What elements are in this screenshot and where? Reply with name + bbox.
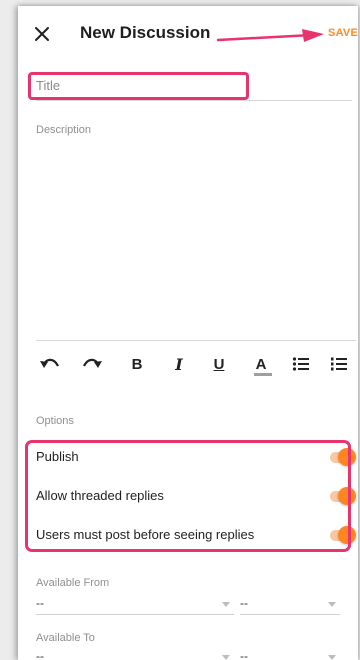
chevron-down-icon	[328, 602, 336, 607]
options-highlight-box	[25, 440, 351, 552]
title-highlight-box	[28, 72, 249, 100]
chevron-down-icon	[222, 602, 230, 607]
editor-divider	[36, 340, 356, 341]
available-to-date-select[interactable]: --	[36, 647, 234, 660]
close-button[interactable]	[30, 22, 54, 46]
chevron-down-icon	[328, 655, 336, 660]
available-from-date-select[interactable]: --	[36, 594, 234, 615]
phone-screen: New Discussion SAVE Title Description B …	[18, 6, 358, 660]
available-from-label: Available From	[36, 577, 110, 589]
font-color-swatch	[253, 372, 272, 376]
select-value: --	[36, 596, 44, 610]
numbered-list-button[interactable]	[328, 352, 350, 376]
chevron-down-icon	[222, 655, 230, 660]
select-value: --	[36, 649, 44, 660]
italic-button[interactable]: I	[168, 352, 190, 376]
undo-button[interactable]	[36, 352, 64, 376]
description-input[interactable]: Description	[36, 124, 91, 136]
formatting-toolbar: B I U A	[18, 352, 358, 382]
available-to-label: Available To	[36, 632, 95, 644]
available-to-time-select[interactable]: --	[240, 647, 340, 660]
bulleted-list-button[interactable]	[290, 352, 312, 376]
redo-button[interactable]	[78, 352, 106, 376]
numbered-list-icon	[331, 357, 347, 371]
select-value: --	[240, 649, 248, 660]
top-app-bar: New Discussion SAVE	[18, 6, 358, 62]
font-color-button[interactable]: A	[250, 352, 272, 376]
save-button[interactable]: SAVE	[328, 27, 358, 39]
redo-icon	[83, 358, 102, 368]
undo-icon	[40, 358, 59, 368]
bold-button[interactable]: B	[126, 352, 148, 376]
font-color-letter: A	[255, 355, 267, 373]
annotation-arrow-icon	[216, 29, 324, 42]
underline-button[interactable]: U	[208, 352, 230, 376]
available-from-time-select[interactable]: --	[240, 594, 340, 615]
options-heading: Options	[36, 415, 74, 427]
font-color-label: A	[253, 355, 272, 376]
page-title: New Discussion	[80, 23, 211, 42]
close-icon	[35, 27, 49, 41]
bulleted-list-icon	[292, 357, 309, 371]
select-value: --	[240, 596, 248, 610]
